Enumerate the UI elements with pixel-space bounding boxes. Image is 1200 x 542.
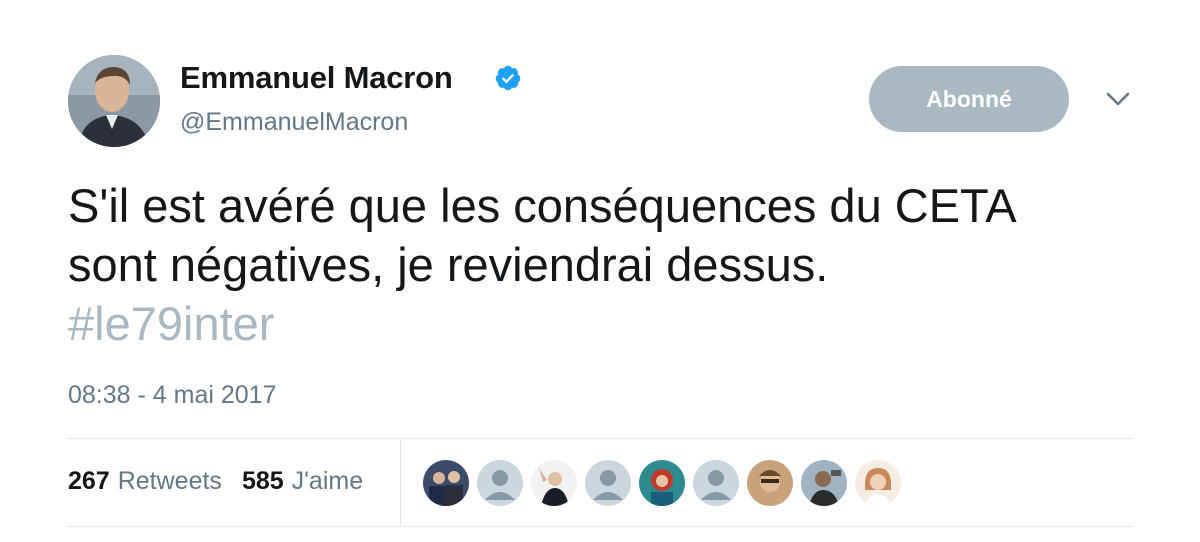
- tweet-text: S'il est avéré que les conséquences du C…: [68, 176, 1168, 353]
- divider: [68, 526, 1133, 527]
- liker-avatar[interactable]: [855, 460, 901, 506]
- tweet-text-line: S'il est avéré que les conséquences du C…: [68, 179, 1017, 232]
- liker-avatar-default[interactable]: [477, 460, 523, 506]
- liker-avatar[interactable]: [801, 460, 847, 506]
- divider: [400, 438, 401, 526]
- likes-label: J'aime: [291, 467, 364, 495]
- tweet-stats: 267 Retweets 585 J'aime: [68, 467, 363, 496]
- likes-stat[interactable]: 585 J'aime: [242, 467, 363, 496]
- author-avatar[interactable]: [68, 55, 160, 147]
- likes-count: 585: [241, 467, 284, 495]
- retweets-label: Retweets: [117, 467, 222, 495]
- liker-avatar[interactable]: [531, 460, 577, 506]
- retweets-count: 267: [68, 467, 110, 495]
- liker-avatar-default[interactable]: [693, 460, 739, 506]
- liker-avatar[interactable]: [747, 460, 793, 506]
- tweet-timestamp[interactable]: 08:38 - 4 mai 2017: [68, 381, 276, 410]
- liker-avatar[interactable]: [423, 460, 469, 506]
- following-button[interactable]: Abonné: [869, 66, 1069, 132]
- retweets-stat[interactable]: 267 Retweets: [68, 467, 222, 496]
- chevron-down-icon[interactable]: [1104, 88, 1132, 110]
- liker-avatars: [423, 460, 901, 506]
- tweet-text-line: sont négatives, je reviendrai dessus.: [68, 238, 829, 291]
- liker-avatar[interactable]: [639, 460, 685, 506]
- verified-badge-icon: [495, 65, 521, 91]
- author-display-name[interactable]: Emmanuel Macron: [180, 60, 453, 96]
- liker-avatar-default[interactable]: [585, 460, 631, 506]
- divider: [68, 438, 1133, 439]
- author-handle[interactable]: @EmmanuelMacron: [180, 108, 408, 137]
- hashtag-link[interactable]: #le79inter: [68, 294, 1168, 353]
